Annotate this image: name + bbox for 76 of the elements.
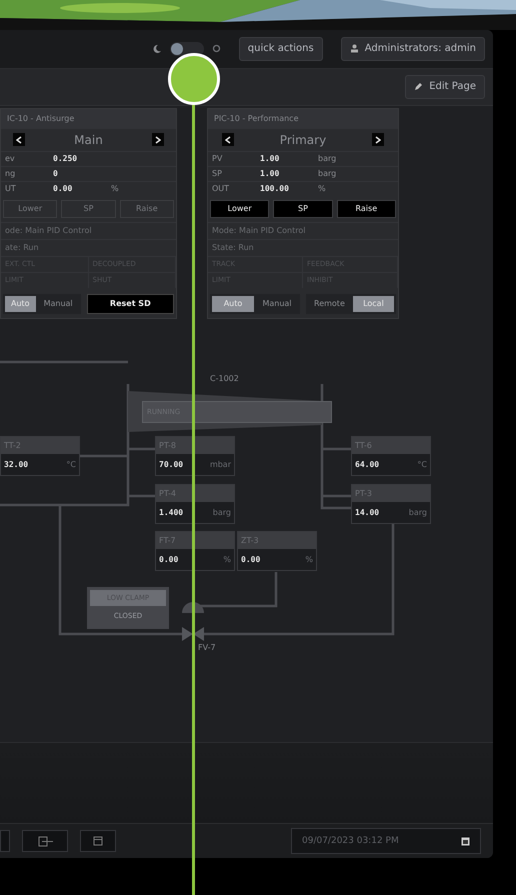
mode-text: ode: Main PID Control xyxy=(5,226,92,236)
chevron-left-icon xyxy=(16,136,22,144)
tag-unit: % xyxy=(305,554,313,564)
tag-value: 0.00 xyxy=(241,554,260,564)
unit-label: % xyxy=(111,184,120,194)
next-button[interactable] xyxy=(152,133,164,146)
calendar-icon xyxy=(461,836,470,846)
tag-unit: °C xyxy=(66,460,76,469)
tag-value: 32.00 xyxy=(4,460,28,469)
parameter-label: OUT xyxy=(212,184,230,194)
valve-label: FV-7 xyxy=(198,642,216,652)
chevron-right-icon xyxy=(155,136,162,144)
parameter-label: SP xyxy=(212,169,223,178)
mode-option[interactable]: Auto xyxy=(212,296,254,312)
previous-button[interactable] xyxy=(222,133,234,146)
control-button[interactable]: Lower xyxy=(210,200,270,218)
user-icon xyxy=(350,44,359,54)
mode-option[interactable]: Remote xyxy=(308,296,351,312)
reset-button[interactable]: Reset SD xyxy=(86,294,174,314)
pencil-icon xyxy=(414,82,424,92)
theme-toggle[interactable] xyxy=(170,42,204,56)
mode-option[interactable]: Local xyxy=(352,296,394,312)
control-button[interactable]: Raise xyxy=(120,200,174,218)
mode-text: Mode: Main PID Control xyxy=(212,226,306,236)
tag-value: 0.00 xyxy=(159,554,178,564)
parameter-value: 100.00 xyxy=(260,184,290,194)
exit-icon xyxy=(36,836,54,847)
parameter-label: UT xyxy=(5,184,17,194)
calendar-button[interactable] xyxy=(80,830,116,852)
moon-icon xyxy=(152,44,162,54)
parameter-value: 0.250 xyxy=(53,154,78,164)
unit-label: barg xyxy=(318,154,338,164)
page-name: Main xyxy=(73,132,104,147)
datetime-text: 09/07/2023 03:12 PM xyxy=(302,836,399,846)
chevron-left-icon xyxy=(225,136,232,144)
next-button[interactable] xyxy=(372,133,384,146)
tag-unit: mbar xyxy=(210,460,231,469)
parameter-value: 0 xyxy=(53,169,59,178)
parameter-label: PV xyxy=(212,154,224,164)
control-button[interactable]: Raise xyxy=(336,200,396,218)
exit-button[interactable] xyxy=(22,830,68,852)
unit-label: % xyxy=(318,184,327,194)
parameter-label: ng xyxy=(5,169,16,178)
state-text: State: Run xyxy=(212,243,254,252)
parameter-value: 0.00 xyxy=(53,184,74,194)
tag-unit: °C xyxy=(417,460,427,469)
unit-label: barg xyxy=(318,169,338,178)
tag-unit: barg xyxy=(408,508,427,517)
tag-value: 70.00 xyxy=(159,460,184,469)
unit-label: C-1002 xyxy=(210,374,239,383)
state-text: ate: Run xyxy=(5,243,39,252)
faceplate-title: IC-10 - Antisurge xyxy=(1,108,176,129)
tag-value: 14.00 xyxy=(355,508,380,517)
page-name: Primary xyxy=(278,132,328,147)
tag-value: 64.00 xyxy=(355,460,380,469)
chevron-right-icon xyxy=(374,136,381,144)
sun-icon xyxy=(212,44,221,54)
parameter-value: 1.00 xyxy=(260,154,280,164)
mode-option[interactable]: Manual xyxy=(256,296,298,312)
edit-page-button[interactable]: Edit Page xyxy=(405,74,485,99)
mode-option[interactable]: Auto xyxy=(5,296,36,312)
faceplate-title: PIC-10 - Performance xyxy=(208,108,398,129)
datetime-field[interactable]: 09/07/2023 03:12 PM xyxy=(291,828,481,854)
parameter-label: ev xyxy=(5,154,16,164)
tag-unit: % xyxy=(223,554,231,564)
user-button[interactable]: Administrators: admin xyxy=(340,36,485,61)
quick-actions-button[interactable]: quick actions xyxy=(238,36,323,61)
control-button[interactable]: Lower xyxy=(3,200,58,218)
tag-unit: barg xyxy=(212,508,231,517)
mode-option[interactable]: Manual xyxy=(38,296,79,312)
control-button[interactable]: SP xyxy=(273,200,333,218)
previous-button[interactable] xyxy=(12,133,25,146)
control-button[interactable]: SP xyxy=(61,200,116,218)
tag-value: 1.400 xyxy=(159,508,184,517)
parameter-value: 1.00 xyxy=(260,169,280,178)
calendar-icon xyxy=(93,836,103,846)
